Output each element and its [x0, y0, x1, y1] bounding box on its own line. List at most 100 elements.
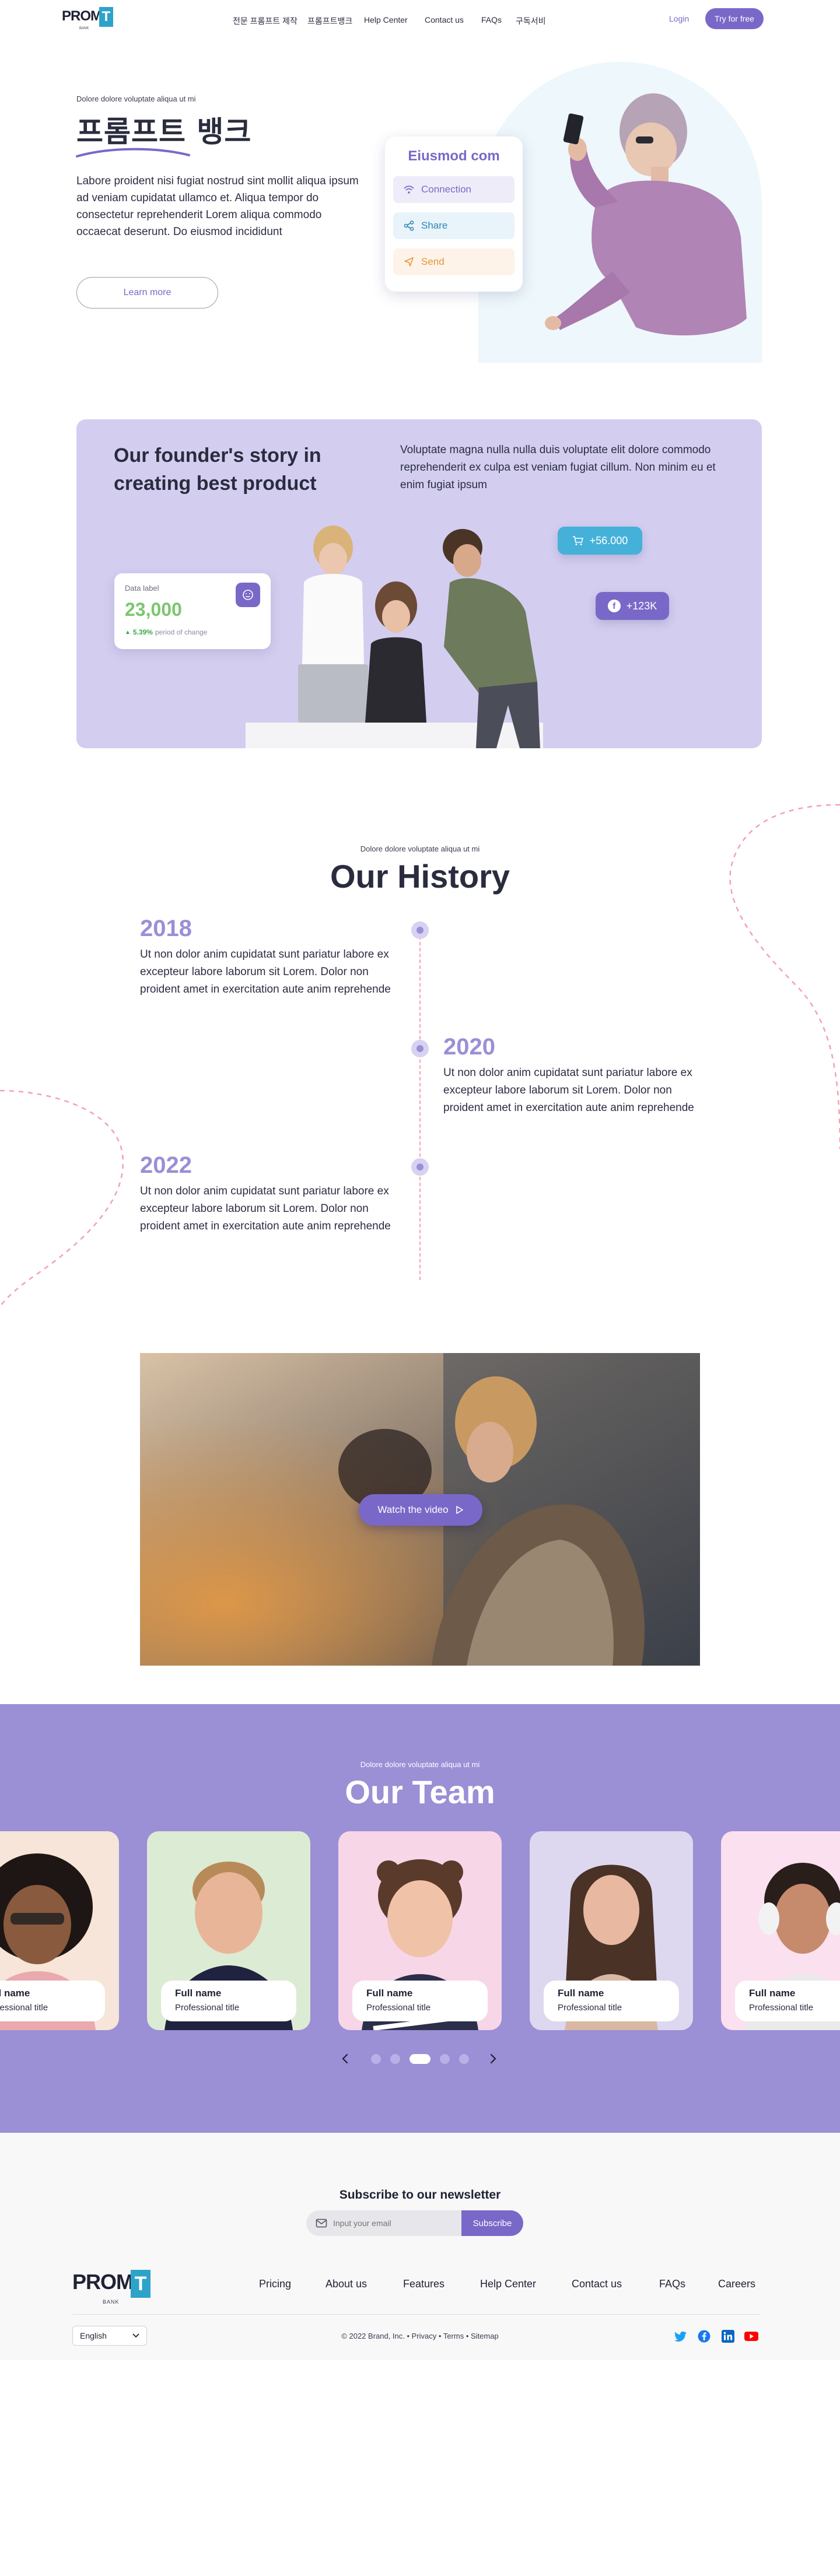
newsletter-email-input[interactable]	[333, 2218, 450, 2228]
member-name: Full name	[558, 1988, 604, 1999]
team-card[interactable]: Full name Professional title	[530, 1831, 693, 2030]
member-title: Professional title	[749, 2003, 814, 2013]
footer-logo-tagline: BANK	[103, 2299, 120, 2305]
history-eyebrow: Dolore dolore voluptate aliqua ut mi	[360, 844, 480, 853]
popup-item-share[interactable]: Share	[393, 212, 514, 239]
twitter-icon[interactable]	[674, 2329, 688, 2343]
login-link[interactable]: Login	[669, 14, 689, 23]
team-card[interactable]: Full name Professional title	[721, 1831, 840, 2030]
popup-item-send[interactable]: Send	[393, 248, 514, 275]
nav-link-prompt-production[interactable]: 전문 프롬프트 제작	[233, 15, 298, 27]
nav-link-help-center[interactable]: Help Center	[364, 15, 408, 24]
timeline-dot	[411, 1158, 429, 1176]
member-title: Professional title	[175, 2003, 240, 2013]
top-nav: PROMP T BANK 전문 프롬프트 제작 프롬프트뱅크 Help Cent…	[0, 0, 840, 37]
history-text-2018: Ut non dolor anim cupidatat sunt pariatu…	[140, 948, 391, 996]
team-section: Dolore dolore voluptate aliqua ut mi Our…	[0, 1704, 840, 2133]
timeline-dot	[411, 1040, 429, 1057]
wifi-icon	[402, 185, 415, 194]
footer-link-pricing[interactable]: Pricing	[259, 2278, 291, 2290]
carousel-prev-button[interactable]	[338, 2052, 352, 2066]
member-name-tag: Full name Professional title	[0, 1981, 105, 2021]
member-name: Full name	[366, 1988, 413, 1999]
founder-story-section: Our founder's story in creating best pro…	[76, 419, 762, 748]
team-eyebrow: Dolore dolore voluptate aliqua ut mi	[360, 1760, 480, 1769]
nav-link-faqs[interactable]: FAQs	[481, 15, 502, 24]
footer-link-help-center[interactable]: Help Center	[480, 2278, 536, 2290]
hero-title: 프롬프트 뱅크	[76, 115, 252, 149]
member-name: Full name	[0, 1988, 30, 1999]
stat-change-value: 5.39%	[132, 628, 153, 636]
popup-item-label: Connection	[421, 184, 472, 195]
share-icon	[402, 220, 415, 231]
footer-link-contact[interactable]: Contact us	[572, 2278, 622, 2290]
member-name: Full name	[175, 1988, 222, 1999]
stat-card: Data label 23,000 ▲ 5.39% period of chan…	[114, 573, 271, 649]
member-name-tag: Full name Professional title	[544, 1981, 679, 2021]
carousel-dot-4[interactable]	[440, 2054, 450, 2064]
footer-logo-mark: T	[131, 2270, 150, 2298]
history-text-2020: Ut non dolor anim cupidatat sunt pariatu…	[443, 1067, 694, 1114]
footer-link-features[interactable]: Features	[403, 2278, 444, 2290]
mail-icon	[316, 2218, 327, 2228]
logo-tagline: BANK	[79, 27, 89, 30]
watch-video-button[interactable]: Watch the video	[359, 1494, 482, 1526]
try-for-free-button[interactable]: Try for free	[705, 8, 764, 29]
footer-link-about[interactable]: About us	[326, 2278, 367, 2290]
linkedin-icon[interactable]	[721, 2329, 735, 2343]
carousel-dot-2[interactable]	[390, 2054, 400, 2064]
timeline-dot	[411, 921, 429, 939]
title-underline-swoosh	[76, 148, 190, 157]
history-year-2022: 2022	[140, 1152, 192, 1178]
team-title: Our Team	[345, 1774, 495, 1810]
hero-eyebrow: Dolore dolore voluptate aliqua ut mi	[76, 94, 196, 103]
popup-item-connection[interactable]: Connection	[393, 176, 514, 203]
team-card[interactable]: Full name Professional title	[147, 1831, 310, 2030]
stat-label: Data label	[125, 584, 159, 593]
stat-value: 23,000	[125, 599, 182, 620]
team-card[interactable]: Full name Professional title	[0, 1831, 119, 2030]
brand-logo[interactable]: PROMP T BANK	[62, 7, 114, 30]
team-meeting-photo	[246, 525, 543, 748]
member-title: Professional title	[366, 2003, 431, 2013]
copyright-text: © 2022 Brand, Inc. • Privacy • Terms • S…	[341, 2332, 499, 2340]
subscribe-button[interactable]: Subscribe	[461, 2210, 523, 2236]
facebook-count-pill: f +123K	[596, 592, 669, 620]
carousel-dot-1[interactable]	[371, 2054, 381, 2064]
footer-link-faqs[interactable]: FAQs	[659, 2278, 685, 2290]
carousel-dot-5[interactable]	[459, 2054, 469, 2064]
founder-description: Voluptate magna nulla nulla duis volupta…	[400, 444, 716, 491]
timeline-line	[419, 930, 421, 1280]
facebook-icon: f	[607, 600, 621, 612]
footer-logo[interactable]: PROMP T BANK	[72, 2270, 154, 2306]
carousel-next-button[interactable]	[486, 2052, 500, 2066]
newsletter-title: Subscribe to our newsletter	[339, 2188, 501, 2202]
carousel-dot-3-active[interactable]	[410, 2054, 430, 2064]
newsletter-email-field[interactable]	[306, 2210, 461, 2236]
facebook-icon[interactable]	[697, 2329, 711, 2343]
smile-icon[interactable]	[236, 583, 260, 607]
send-icon	[402, 257, 415, 267]
team-card[interactable]: Full name Professional title	[338, 1831, 502, 2030]
member-name-tag: Full name Professional title	[352, 1981, 488, 2021]
nav-link-prompt-bank[interactable]: 프롬프트뱅크	[307, 15, 352, 27]
popup-item-label: Share	[421, 220, 448, 231]
chevron-left-icon	[342, 2053, 348, 2064]
facebook-count-value: +123K	[626, 600, 657, 612]
cart-count-value: +56.000	[589, 534, 628, 546]
trend-up-icon: ▲	[125, 629, 131, 636]
youtube-icon[interactable]	[744, 2329, 758, 2343]
member-title: Professional title	[0, 2003, 48, 2013]
footer-divider	[72, 2314, 761, 2315]
decorative-dashed-curve-left	[0, 1089, 124, 1307]
cart-count-pill: +56.000	[558, 527, 642, 555]
play-icon	[456, 1505, 464, 1515]
nav-link-contact[interactable]: Contact us	[425, 15, 464, 24]
learn-more-button[interactable]: Learn more	[76, 277, 218, 309]
feature-popup-card: Eiusmod com Connection Share Send	[385, 136, 523, 292]
nav-link-subscription[interactable]: 구독서비	[516, 15, 546, 27]
hero-description: Labore proident nisi fugiat nostrud sint…	[76, 175, 359, 238]
stat-change: ▲ 5.39% period of change	[125, 628, 207, 636]
chevron-right-icon	[490, 2053, 496, 2064]
footer-link-careers[interactable]: Careers	[718, 2278, 755, 2290]
